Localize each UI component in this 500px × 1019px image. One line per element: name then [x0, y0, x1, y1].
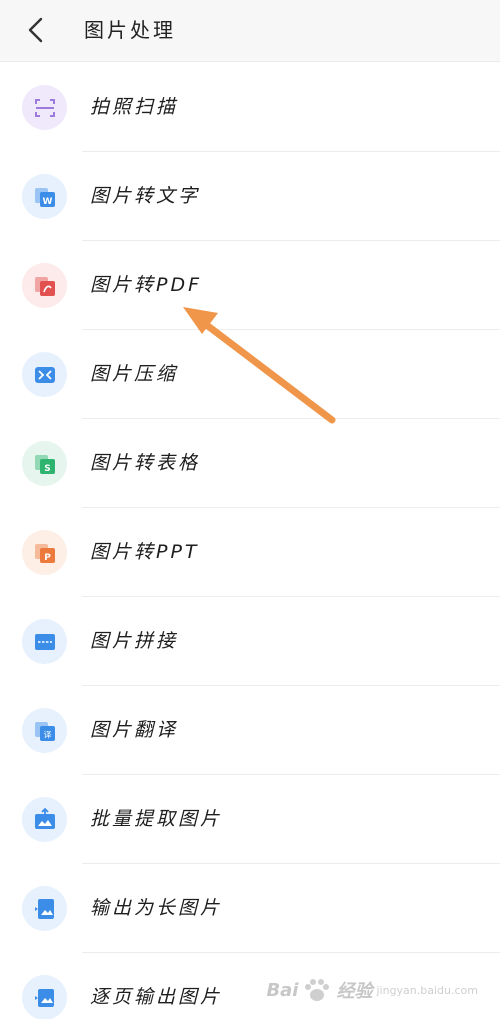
tool-label: 图片转表格: [90, 452, 201, 474]
translate-icon: 译: [34, 721, 55, 741]
tool-label: 图片转PDF: [90, 274, 203, 296]
tool-label: 图片翻译: [90, 719, 179, 741]
tool-icon-badge: [22, 263, 67, 308]
tool-item[interactable]: 输出为长图片: [0, 864, 500, 953]
tool-item[interactable]: 图片压缩: [0, 330, 500, 419]
compress-icon: [34, 366, 55, 383]
tool-icon-badge: [22, 619, 67, 664]
tool-label: 逐页输出图片: [90, 986, 223, 1008]
tool-item[interactable]: 图片拼接: [0, 597, 500, 686]
page-title: 图片处理: [84, 18, 176, 42]
screen: 图片处理 拍照扫描 W 图片转文字图片转PDF 图片压缩 S 图片转表格 P 图片转PPT 图片…: [0, 0, 500, 1019]
tool-icon-badge: S: [22, 441, 67, 486]
tool-icon-badge: [22, 797, 67, 842]
tool-item[interactable]: S 图片转表格: [0, 419, 500, 508]
svg-text:译: 译: [43, 730, 51, 739]
page-image-icon: [34, 988, 54, 1007]
paw-logo-icon: [305, 979, 330, 1001]
baidu-watermark: Bai 经验 jingyan.baidu.com: [266, 977, 478, 1003]
watermark-text: Bai: [266, 979, 299, 1001]
svg-text:W: W: [42, 197, 52, 207]
tool-label: 图片转PPT: [90, 541, 200, 563]
back-button[interactable]: [16, 12, 56, 48]
sheet-doc-icon: S: [34, 454, 55, 474]
tool-item[interactable]: 拍照扫描: [0, 63, 500, 152]
long-image-icon: [34, 898, 54, 919]
tool-icon-badge: [22, 352, 67, 397]
tool-item[interactable]: 批量提取图片: [0, 775, 500, 864]
tool-item[interactable]: W 图片转文字: [0, 152, 500, 241]
word-doc-icon: W: [34, 187, 55, 207]
tool-label: 图片拼接: [90, 630, 179, 652]
svg-text:P: P: [44, 553, 51, 563]
watermark-text-2: 经验: [336, 981, 373, 1002]
tool-icon-badge: [22, 85, 67, 130]
back-arrow-icon: [28, 17, 43, 43]
tool-label: 拍照扫描: [90, 96, 179, 118]
tool-item[interactable]: 译 图片翻译: [0, 686, 500, 775]
tool-item[interactable]: P 图片转PPT: [0, 508, 500, 597]
svg-text:S: S: [44, 464, 50, 474]
extract-image-icon: [34, 807, 55, 829]
tool-label: 图片压缩: [90, 363, 179, 385]
stitch-icon: [34, 633, 55, 650]
pdf-doc-icon: [34, 276, 55, 296]
header-bar: 图片处理: [0, 0, 500, 62]
tool-icon-badge: [22, 975, 67, 1019]
tool-icon-badge: W: [22, 174, 67, 219]
tool-icon-badge: [22, 886, 67, 931]
tool-label: 批量提取图片: [90, 808, 223, 830]
tool-label: 输出为长图片: [90, 897, 223, 919]
tool-icon-badge: 译: [22, 708, 67, 753]
tool-item[interactable]: 图片转PDF: [0, 241, 500, 330]
tool-icon-badge: P: [22, 530, 67, 575]
scan-icon: [34, 98, 55, 117]
ppt-doc-icon: P: [34, 543, 55, 563]
watermark-url: jingyan.baidu.com: [376, 983, 478, 997]
tool-label: 图片转文字: [90, 185, 201, 207]
tool-list: 拍照扫描 W 图片转文字图片转PDF 图片压缩 S 图片转表格 P 图片转PPT 图片拼接译 图片…: [0, 63, 500, 1019]
